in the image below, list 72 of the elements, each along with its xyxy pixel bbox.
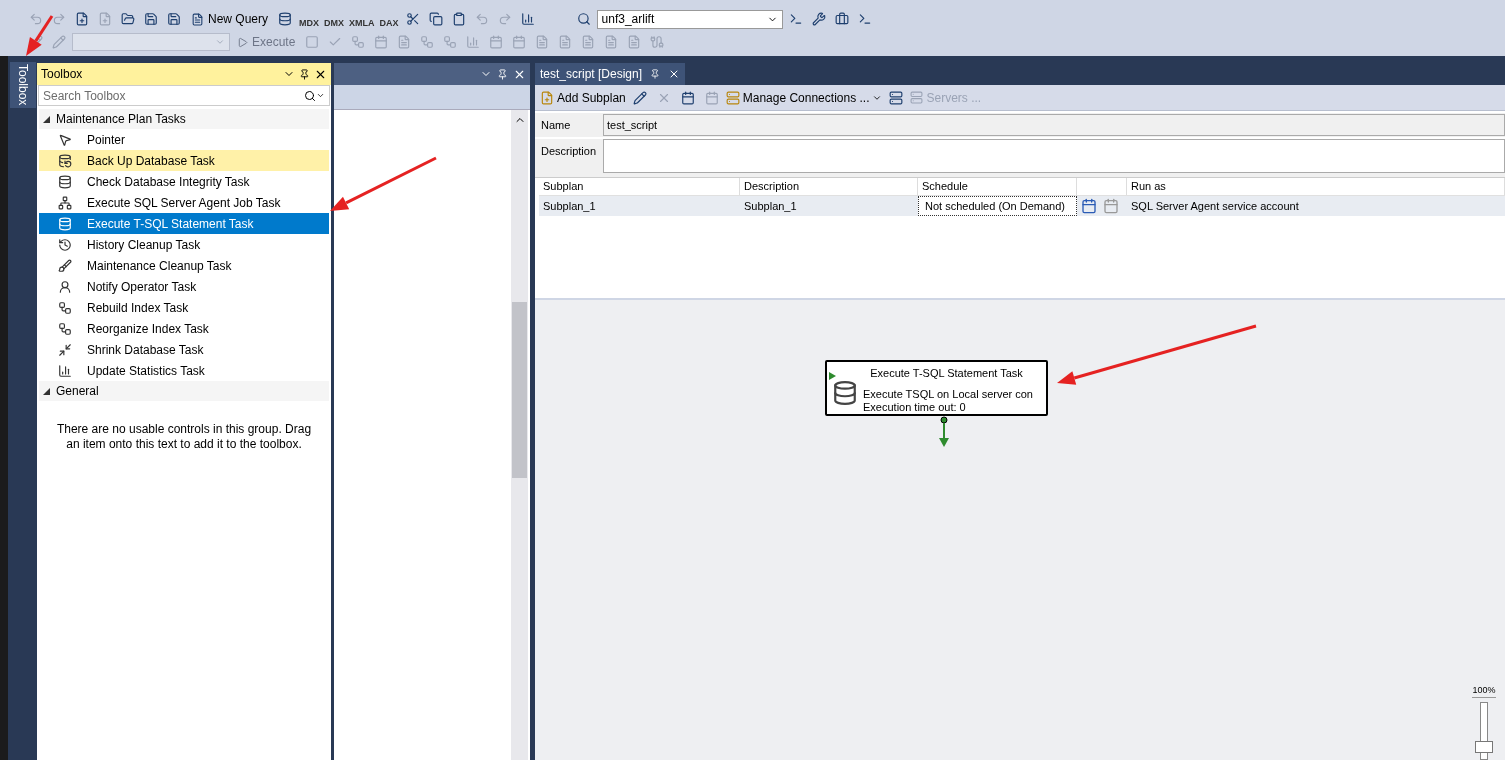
task-icon — [57, 257, 73, 274]
task-icon — [57, 362, 73, 379]
table-cell-text: SQL Server Agent service account — [1130, 198, 1300, 214]
column-header[interactable]: Schedule — [918, 178, 1077, 195]
toolbox-item[interactable]: Execute SQL Server Agent Job Task — [39, 192, 329, 213]
add-icon — [540, 90, 554, 105]
expand-icon[interactable] — [43, 115, 50, 123]
annotation-arrow — [26, 15, 54, 56]
task-icon — [57, 341, 73, 358]
toolbox-item[interactable]: Update Statistics Task — [39, 360, 329, 381]
pin-icon[interactable] — [650, 69, 661, 79]
table-cell-text: Subplan_1 — [542, 198, 597, 214]
database-dropdown[interactable]: unf3_arlift — [596, 9, 783, 29]
column-header[interactable]: Subplan — [539, 178, 740, 195]
zoom-label: 100% — [1472, 683, 1496, 698]
task-title: Execute T-SQL Statement Task — [869, 366, 1024, 381]
toolbox-item[interactable]: Maintenance Cleanup Task — [39, 255, 329, 276]
query-type-button[interactable]: DAX — [378, 9, 400, 29]
group-header[interactable]: Maintenance Plan Tasks — [39, 109, 329, 129]
field-label: Name — [540, 117, 572, 133]
column-header[interactable]: Description — [740, 178, 918, 195]
toolbox-item[interactable]: Shrink Database Task — [39, 339, 329, 360]
task-detail: Execute TSQL on Local server con — [863, 387, 1034, 401]
toolbox-item[interactable]: Rebuild Index Task — [39, 297, 329, 318]
group-header[interactable]: General — [39, 381, 329, 401]
expand-icon[interactable] — [43, 387, 50, 395]
scroll-thumb[interactable] — [512, 302, 527, 478]
document-tab[interactable]: test_script [Design] — [535, 63, 686, 85]
table-cell: Not scheduled (On Demand) — [918, 196, 1077, 216]
empty-group-message: There are no usable controls in this group. Drag an item onto this text to add it to the toolbox. — [55, 421, 313, 452]
name-field[interactable]: test_script — [603, 114, 1505, 136]
scrollbar[interactable] — [511, 110, 528, 760]
panel-title: Toolbox — [41, 66, 83, 83]
toolbox-item[interactable]: Pointer — [39, 129, 329, 150]
column-header[interactable]: Run as — [1127, 178, 1505, 195]
toolbox-item[interactable]: Execute T-SQL Statement Task — [39, 213, 329, 234]
toolbox-item[interactable]: History Cleanup Task — [39, 234, 329, 255]
database-icon — [832, 380, 858, 406]
task-icon — [57, 152, 73, 169]
query-type-button[interactable]: MDX — [298, 9, 321, 29]
toolbar-button[interactable]: Manage Connections ... — [725, 87, 883, 108]
toolbox-item[interactable]: Reorganize Index Task — [39, 318, 329, 339]
zoom-slider[interactable] — [1474, 702, 1494, 760]
task-icon — [57, 173, 73, 190]
server-icon — [910, 91, 924, 104]
subplan-row[interactable]: Subplan_1 Subplan_1 Not scheduled (On Demand) SQL Server Agent service account — [539, 196, 1505, 216]
task-box[interactable]: Execute T-SQL Statement Task Execute TSQL on Local server con Execution time out: 0 — [825, 360, 1048, 416]
query-type-button[interactable]: XMLA — [348, 9, 376, 29]
server-icon — [725, 90, 740, 105]
new-query-button[interactable]: New Query — [187, 9, 273, 29]
precedence-arrow[interactable] — [939, 416, 949, 447]
table-cell-text: Subplan_1 — [743, 198, 798, 214]
task-icon — [57, 299, 73, 316]
description-field[interactable] — [603, 139, 1505, 173]
play-icon — [829, 372, 836, 380]
play-icon — [237, 36, 248, 48]
toolbox-item[interactable]: Notify Operator Task — [39, 276, 329, 297]
document-icon — [191, 12, 204, 26]
toolbox-item[interactable]: Check Database Integrity Task — [39, 171, 329, 192]
task-detail: Execution time out: 0 — [863, 400, 967, 414]
field-label: Description — [540, 144, 598, 159]
task-icon — [57, 215, 73, 232]
toolbox-side-tab[interactable]: Toolbox — [9, 62, 36, 108]
task-icon — [57, 194, 73, 211]
task-icon — [57, 278, 73, 295]
toolbar-button[interactable]: Add Subplan — [540, 87, 626, 108]
task-icon — [57, 236, 73, 253]
pin-icon[interactable] — [497, 68, 508, 80]
task-icon — [57, 320, 73, 337]
query-type-button[interactable]: DMX — [323, 9, 346, 29]
pin-icon[interactable] — [299, 68, 310, 80]
toolbox-item[interactable]: Back Up Database Task — [39, 150, 329, 171]
